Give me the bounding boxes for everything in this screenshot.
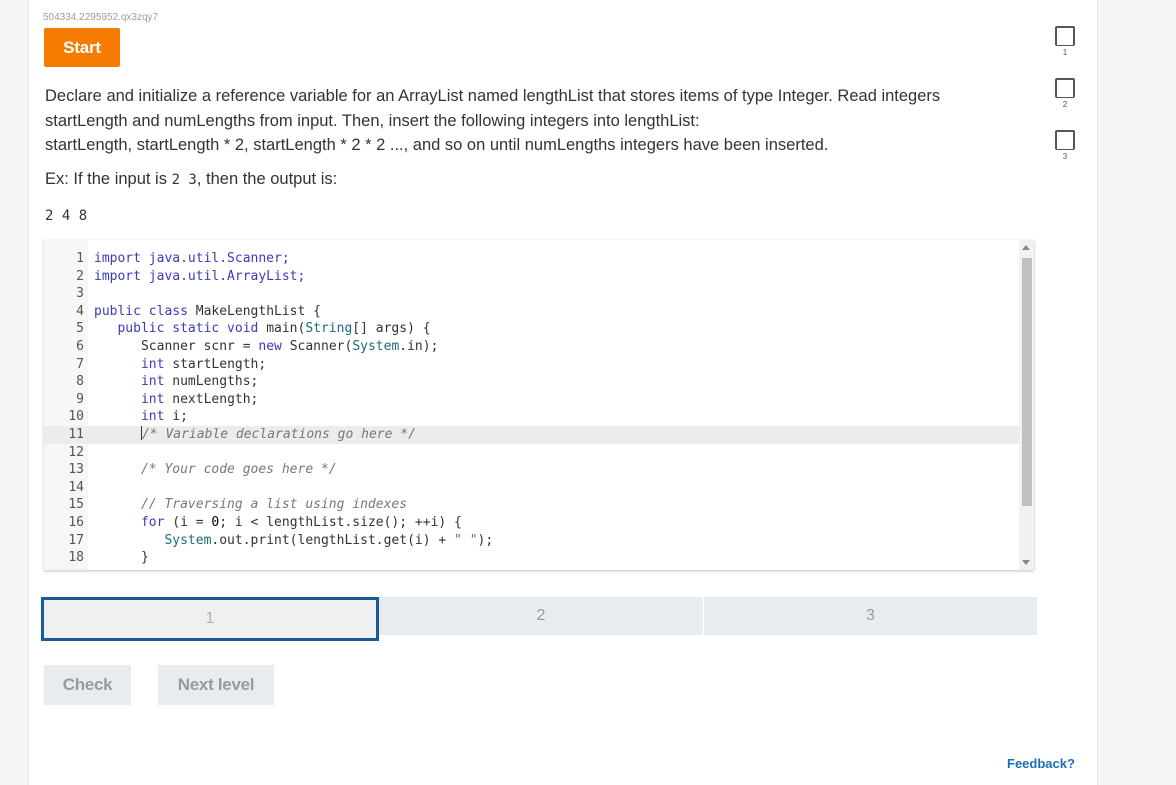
activity-id: 504334.2295952.qx3zqy7 xyxy=(43,12,159,23)
code-editor[interactable]: 1 import java.util.Scanner; 2 import java.… xyxy=(44,240,1034,570)
progress-box-icon xyxy=(1055,130,1075,150)
code-line-active: 11 /* Variable declarations go here */ xyxy=(44,425,1019,444)
line-number: 14 xyxy=(68,479,84,495)
code-line: 7 int startLength; xyxy=(44,356,1019,374)
line-number: 16 xyxy=(68,514,84,530)
progress-box-icon xyxy=(1055,26,1075,46)
code-line: 1 import java.util.Scanner; xyxy=(44,250,1019,268)
example-input: 2 3 xyxy=(171,172,197,188)
code-text: /* Variable declarations go here */ xyxy=(140,425,416,442)
line-number: 1 xyxy=(76,251,84,266)
prompt-line-1: Declare and initialize a reference varia… xyxy=(45,87,941,105)
code-line: 5 public static void main(String[] args)… xyxy=(44,320,1019,338)
level-tab-1[interactable]: 1 xyxy=(41,597,379,641)
code-text: public class MakeLengthList { xyxy=(94,303,321,319)
code-line: 17 System.out.print(lengthList.get(i) + … xyxy=(44,532,1019,550)
line-number: 8 xyxy=(76,374,84,390)
line-number: 12 xyxy=(68,444,84,460)
code-text: public static void main(String[] args) { xyxy=(94,321,431,337)
prompt-line-2: startLength and numLengths from input. T… xyxy=(45,111,700,130)
code-text: } xyxy=(94,550,149,566)
code-text: for (i = 0; i < lengthList.size(); ++i) … xyxy=(94,514,462,530)
example-output: 2 4 8 xyxy=(45,208,88,224)
line-number: 6 xyxy=(76,338,84,354)
code-line: 4 public class MakeLengthList { xyxy=(44,303,1019,321)
line-number: 13 xyxy=(68,462,84,478)
line-number: 2 xyxy=(76,268,84,284)
progress-item-2: 2 xyxy=(1052,78,1078,109)
code-text: int nextLength; xyxy=(94,391,259,407)
code-line: 15 // Traversing a list using indexes xyxy=(44,496,1019,514)
line-number: 15 xyxy=(68,497,84,513)
code-line: 14 xyxy=(44,479,1019,497)
progress-number: 3 xyxy=(1062,152,1068,161)
code-text: // Traversing a list using indexes xyxy=(94,497,408,513)
progress-item-1: 1 xyxy=(1052,26,1078,57)
code-line: 10 int i; xyxy=(44,408,1019,426)
progress-number: 2 xyxy=(1062,100,1068,109)
line-number: 10 xyxy=(68,409,84,425)
example-text: Ex: If the input is 2 3, then the output… xyxy=(45,170,337,189)
editor-scrollbar[interactable] xyxy=(1019,240,1034,570)
code-line: 6 Scanner scnr = new Scanner(System.in); xyxy=(44,338,1019,356)
start-button[interactable]: Start xyxy=(44,28,120,67)
code-line: 3 xyxy=(44,285,1019,303)
line-number: 7 xyxy=(76,356,84,372)
check-button[interactable]: Check xyxy=(44,665,131,705)
code-text: System.out.print(lengthList.get(i) + " "… xyxy=(94,532,494,548)
code-line: 2 import java.util.ArrayList; xyxy=(44,268,1019,286)
code-text: import java.util.ArrayList; xyxy=(94,268,306,284)
code-line: 18 } xyxy=(44,549,1019,567)
line-number: 11 xyxy=(68,426,84,442)
line-number: 18 xyxy=(68,550,84,566)
line-number: 9 xyxy=(76,391,84,407)
code-text: /* Your code goes here */ xyxy=(94,462,337,478)
scroll-thumb[interactable] xyxy=(1022,258,1032,506)
code-text: int i; xyxy=(94,409,188,425)
code-line: 12 xyxy=(44,444,1019,462)
level-selector: 1 2 3 xyxy=(41,597,1037,641)
feedback-link[interactable]: Feedback? xyxy=(1007,756,1075,771)
code-lines[interactable]: 1 import java.util.Scanner; 2 import java.… xyxy=(44,250,1019,567)
level-tab-3[interactable]: 3 xyxy=(704,597,1037,635)
level-tab-2[interactable]: 2 xyxy=(379,597,704,635)
line-number: 3 xyxy=(76,286,84,302)
line-number: 4 xyxy=(76,303,84,319)
code-line: 13 /* Your code goes here */ xyxy=(44,461,1019,479)
code-line: 9 int nextLength; xyxy=(44,391,1019,409)
progress-box-icon xyxy=(1055,78,1075,98)
code-text: Scanner scnr = new Scanner(System.in); xyxy=(94,338,439,354)
code-line: 16 for (i = 0; i < lengthList.size(); ++… xyxy=(44,514,1019,532)
scroll-up-arrow-icon[interactable] xyxy=(1022,245,1030,250)
code-text: int startLength; xyxy=(94,356,267,372)
example-prefix: Ex: If the input is xyxy=(45,170,172,188)
next-level-button[interactable]: Next level xyxy=(158,665,274,705)
example-suffix: , then the output is: xyxy=(196,170,338,188)
prompt-text: Declare and initialize a reference varia… xyxy=(45,84,1005,158)
code-text: import java.util.Scanner; xyxy=(94,251,290,266)
progress-number: 1 xyxy=(1062,48,1068,57)
line-number: 17 xyxy=(68,532,84,548)
scroll-down-arrow-icon[interactable] xyxy=(1022,560,1030,565)
code-line: 8 int numLengths; xyxy=(44,373,1019,391)
code-text: int numLengths; xyxy=(94,374,259,390)
line-number: 5 xyxy=(76,321,84,337)
progress-item-3: 3 xyxy=(1052,130,1078,161)
prompt-line-3: startLength, startLength * 2, startLengt… xyxy=(45,136,829,154)
